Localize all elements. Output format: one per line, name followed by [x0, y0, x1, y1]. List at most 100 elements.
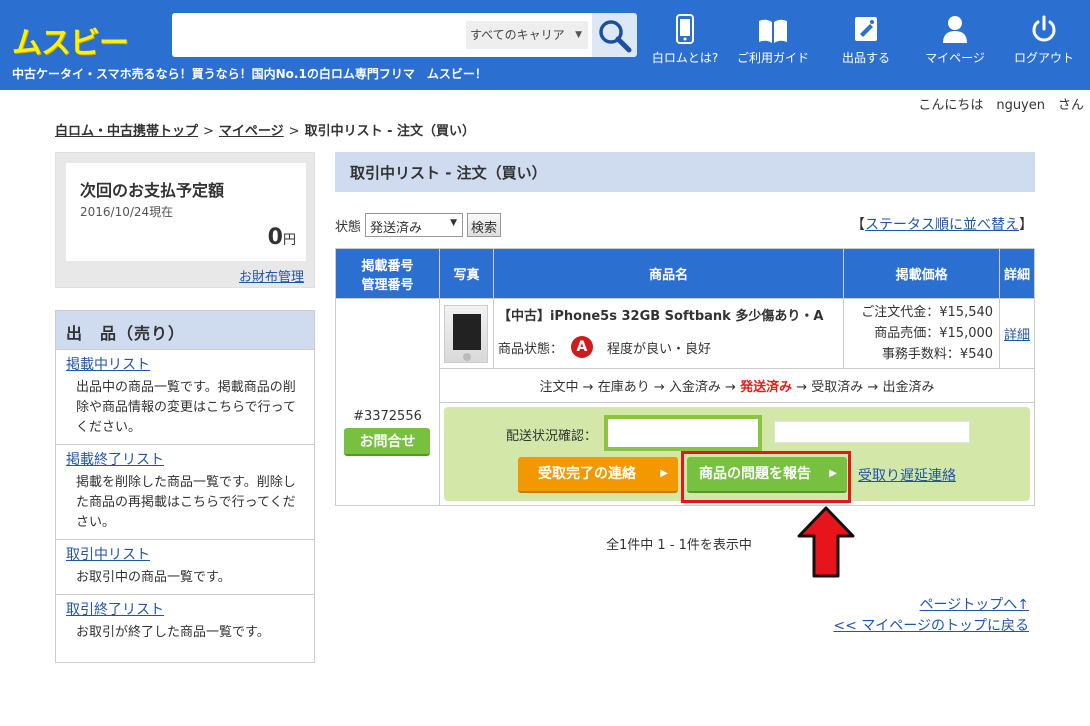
- receive-complete-label: 受取完了の連絡: [537, 466, 636, 482]
- sell-menu-desc: お取引中の商品一覧です。: [76, 570, 231, 585]
- search-input[interactable]: [172, 13, 462, 57]
- bracket-open: 【: [851, 217, 865, 233]
- chevron-down-icon: ▼: [575, 30, 582, 40]
- sell-menu: 出 品（売り） 掲載中リスト 出品中の商品一覧です。掲載商品の削除や商品情報の変…: [55, 310, 315, 663]
- nav-mypage-label: マイページ: [925, 51, 985, 65]
- report-problem-button[interactable]: 商品の問題を報告 ▶: [686, 457, 847, 493]
- site-tagline: 中古ケータイ・スマホ売るなら！買うなら！国内No.1の白ロム専門フリマ ムスビー…: [12, 67, 487, 81]
- status-step: 出金済み: [882, 380, 935, 395]
- breadcrumb-top-link[interactable]: 白ロム・中古携帯トップ: [55, 124, 198, 139]
- breadcrumb-separator: >: [203, 124, 214, 139]
- payment-title: 次回のお支払予定額: [80, 181, 225, 200]
- nav-sell[interactable]: 出品する: [826, 10, 906, 70]
- carrier-select-value: すべてのキャリア: [470, 28, 565, 42]
- col-header-photo: 写真: [438, 248, 494, 299]
- ended-listing-link[interactable]: 掲載終了リスト: [66, 452, 164, 468]
- order-id-cell: #3372556 お問合せ: [335, 298, 440, 506]
- search-button[interactable]: [592, 13, 637, 57]
- page-title: 取引中リスト - 注文（買い）: [335, 152, 1035, 192]
- back-to-mypage-link[interactable]: << マイページのトップに戻る: [833, 615, 1029, 635]
- nav-guide[interactable]: ご利用ガイド: [733, 10, 813, 70]
- filter-label: 状態: [335, 219, 362, 235]
- price-cell: ご注文代金：¥15,540 商品売価：¥15,000 事務手数料：¥540: [843, 298, 1001, 369]
- site-logo[interactable]: ムスビー: [12, 18, 129, 62]
- report-problem-label: 商品の問題を報告: [698, 466, 811, 482]
- status-step: 入金済み: [668, 380, 721, 395]
- phone-icon: [676, 14, 694, 44]
- col-header-detail: 詳細: [999, 248, 1035, 299]
- product-photo-cell: [438, 298, 494, 369]
- chevron-right-icon: ▶: [660, 468, 668, 479]
- price-fee: 事務手数料：¥540: [881, 347, 994, 362]
- carrier-select[interactable]: すべてのキャリア ▼: [466, 21, 588, 49]
- nav-sell-label: 出品する: [841, 51, 890, 65]
- col-header-id-line1: 掲載番号: [361, 258, 414, 274]
- ended-trading-link[interactable]: 取引終了リスト: [66, 602, 164, 618]
- header-bar: ムスビー 中古ケータイ・スマホ売るなら！買うなら！国内No.1の白ロム専門フリマ…: [0, 0, 1090, 90]
- price-item: 商品売価：¥15,000: [874, 326, 994, 341]
- grade-badge: A: [570, 336, 593, 358]
- sell-menu-item: 掲載中リスト 出品中の商品一覧です。掲載商品の削除や商品情報の変更はこちらで行っ…: [56, 349, 314, 444]
- receive-delay-link[interactable]: 受取り遅延連絡: [858, 465, 956, 485]
- orders-table: 掲載番号 管理番号 写真 商品名 掲載価格 詳細 #3372556 お問合せ 【中…: [335, 248, 1036, 506]
- product-condition: 商品状態： A 程度が良い・良好: [498, 336, 839, 358]
- sell-menu-title: 出 品（売り）: [56, 311, 314, 349]
- bracket-close: 】: [1019, 217, 1033, 233]
- sell-menu-desc: 出品中の商品一覧です。掲載商品の削除や商品情報の変更はこちらで行ってください。: [76, 380, 296, 435]
- detail-cell: 詳細: [999, 298, 1035, 369]
- chevron-right-icon: ▶: [829, 468, 837, 479]
- trading-list-link[interactable]: 取引中リスト: [66, 547, 150, 563]
- status-select[interactable]: 発送済み ▼: [365, 213, 464, 237]
- nav-logout[interactable]: ログアウト: [1004, 10, 1084, 70]
- contact-button[interactable]: お問合せ: [344, 427, 431, 456]
- order-id: #3372556: [353, 408, 422, 424]
- product-photo[interactable]: [444, 304, 489, 363]
- status-step: 受取済み: [811, 380, 864, 395]
- chevron-down-icon: ▼: [450, 218, 458, 228]
- breadcrumb-current: 取引中リスト - 注文（買い）: [304, 124, 476, 139]
- status-step: 在庫あり: [597, 380, 650, 395]
- status-select-value: 発送済み: [370, 221, 423, 236]
- pagination-info: 全1件中 1 - 1件を表示中: [606, 538, 752, 553]
- sell-menu-desc: 掲載を削除した商品一覧です。削除した商品の再掲載はこちらで行ってください。: [76, 475, 296, 530]
- book-icon: [759, 19, 787, 43]
- nav-logout-label: ログアウト: [1013, 51, 1074, 65]
- listing-list-link[interactable]: 掲載中リスト: [66, 357, 150, 373]
- nav-mypage[interactable]: マイページ: [915, 10, 995, 70]
- power-icon: [1032, 15, 1056, 42]
- nav-about[interactable]: 白ロムとは?: [645, 10, 725, 70]
- product-name: 【中古】iPhone5s 32GB Softbank 多少傷あり・A: [497, 309, 824, 324]
- table-row: #3372556 お問合せ 【中古】iPhone5s 32GB Softbank…: [335, 298, 1035, 506]
- sort-status-anchor[interactable]: ステータス順に並べ替え: [865, 217, 1019, 233]
- wallet-link[interactable]: お財布管理: [239, 266, 304, 285]
- receive-complete-button[interactable]: 受取完了の連絡 ▶: [517, 457, 678, 493]
- status-step: 注文中: [539, 380, 579, 395]
- table-header-row: 掲載番号 管理番号 写真 商品名 掲載価格 詳細: [335, 248, 1035, 299]
- payment-amount-value: 0: [267, 225, 283, 250]
- col-header-id: 掲載番号 管理番号: [335, 248, 440, 299]
- nav-guide-label: ご利用ガイド: [736, 51, 809, 65]
- detail-link[interactable]: 詳細: [1004, 328, 1030, 343]
- payment-panel: 次回のお支払予定額 2016/10/24現在 0円: [66, 163, 306, 261]
- price-order-total: ご注文代金：¥15,540: [861, 305, 994, 320]
- status-flow-row: 注文中 → 在庫あり → 入金済み → 発送済み → 受取済み → 出金済み: [336, 368, 1036, 403]
- filter-search-button[interactable]: 検索: [467, 213, 502, 237]
- col-header-price: 掲載価格: [843, 248, 1001, 299]
- user-icon: [943, 16, 967, 43]
- action-cell: 配送状況確認： 受取完了の連絡 ▶ 商品の問題を報告 ▶ 受取り遅延連絡: [438, 402, 1036, 506]
- page-top-link[interactable]: ページトップへ↑: [920, 594, 1029, 614]
- col-header-id-line2: 管理番号: [361, 277, 414, 293]
- status-filter: 状態 発送済み ▼ 検索: [335, 213, 502, 237]
- breadcrumb-mypage-link[interactable]: マイページ: [219, 124, 284, 139]
- tag-icon: [855, 17, 877, 41]
- delivery-status-field[interactable]: [603, 415, 762, 451]
- user-greeting: こんにちは nguyen さん: [918, 98, 1084, 113]
- red-arrow-indicator: [797, 506, 855, 578]
- sell-menu-item: 取引終了リスト お取引が終了した商品一覧です。: [56, 594, 314, 649]
- condition-label: 商品状態：: [497, 341, 563, 357]
- delivery-status-field-2[interactable]: [773, 421, 970, 443]
- action-row: 配送状況確認： 受取完了の連絡 ▶ 商品の問題を報告 ▶ 受取り遅延連絡: [336, 402, 1036, 506]
- payment-amount: 0円: [268, 225, 296, 250]
- breadcrumb: 白ロム・中古携帯トップ > マイページ > 取引中リスト - 注文（買い）: [55, 120, 475, 139]
- breadcrumb-separator: >: [288, 124, 300, 139]
